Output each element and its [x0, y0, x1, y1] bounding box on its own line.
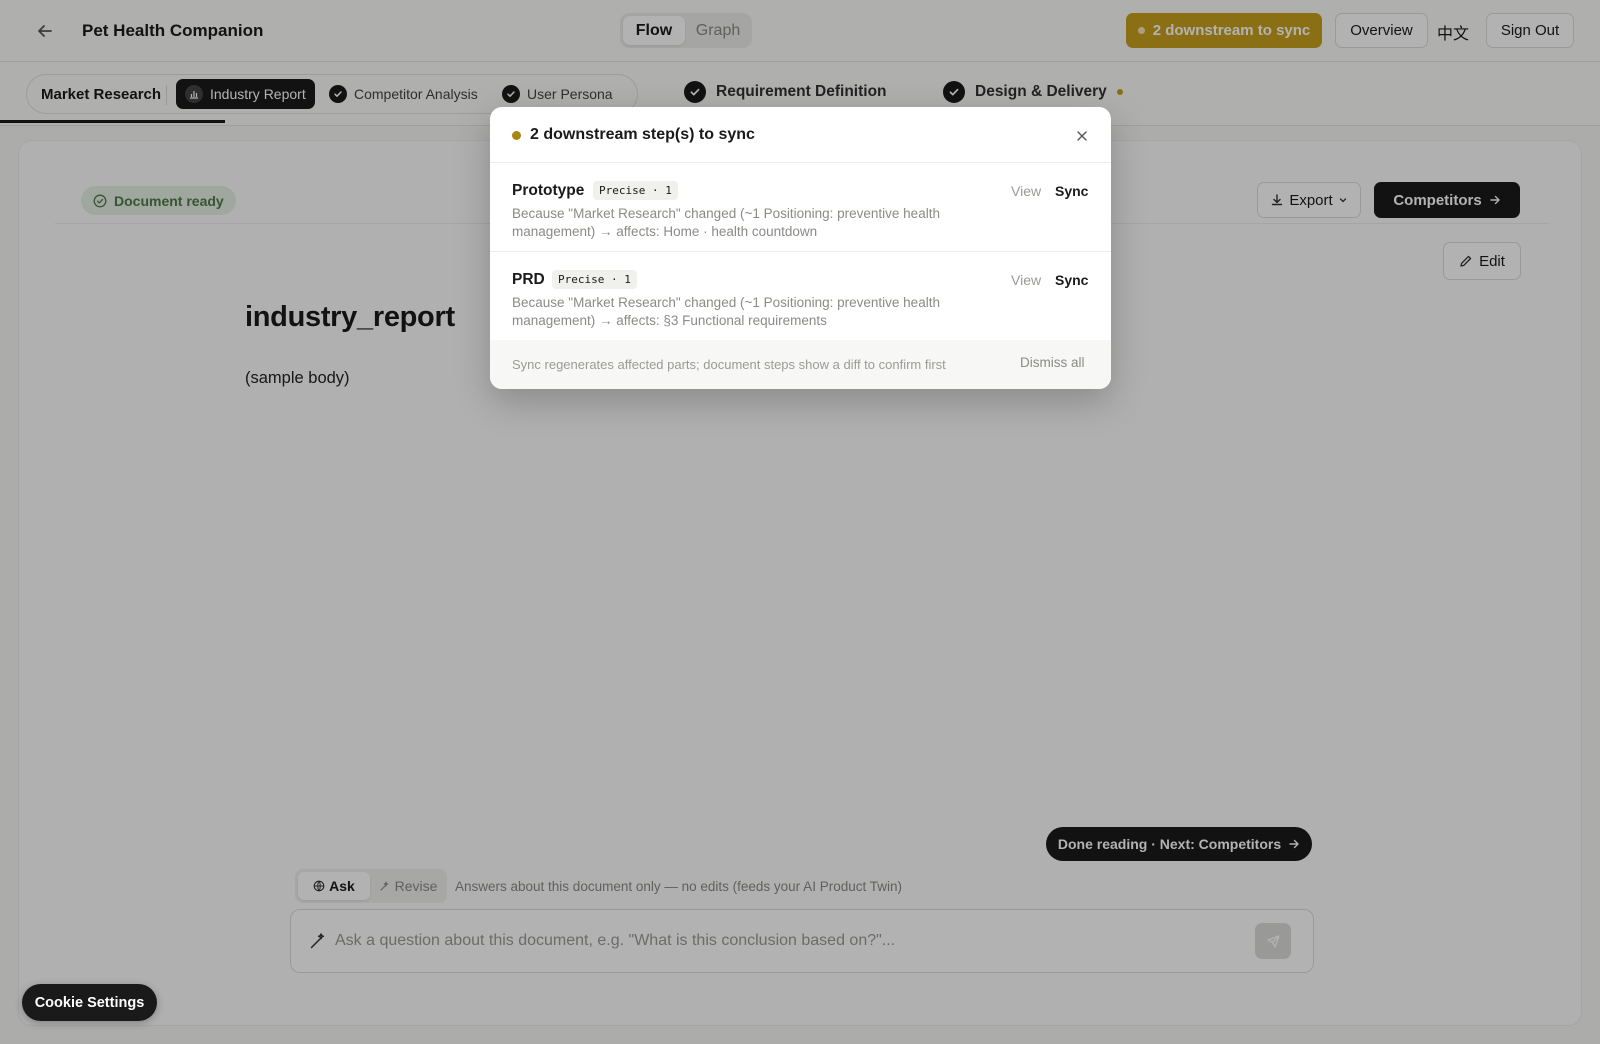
modal-footer: Sync regenerates affected parts; documen…: [490, 340, 1111, 389]
status-dot-icon: [512, 130, 521, 140]
close-button[interactable]: [1073, 127, 1091, 145]
cookie-settings-button[interactable]: Cookie Settings: [22, 984, 157, 1021]
sync-button[interactable]: Sync: [1055, 183, 1088, 199]
dismiss-all-button[interactable]: Dismiss all: [1020, 355, 1085, 370]
sync-item-description: Because "Market Research" changed (~1 Po…: [512, 295, 940, 328]
precision-tag: Precise · 1: [552, 270, 637, 289]
modal-header: 2 downstream step(s) to sync: [490, 107, 1111, 163]
footer-hint: Sync regenerates affected parts; documen…: [512, 357, 946, 372]
sync-item-name: PRD: [512, 271, 545, 288]
sync-item-prd: PRD Precise · 1 Because "Market Research…: [490, 252, 1111, 341]
sync-item-name: Prototype: [512, 182, 585, 199]
modal-title-label: 2 downstream step(s) to sync: [530, 126, 755, 143]
close-icon: [1077, 131, 1087, 141]
sync-item-description: Because "Market Research" changed (~1 Po…: [512, 206, 940, 239]
sync-modal: 2 downstream step(s) to sync Prototype P…: [490, 107, 1111, 389]
sync-item-prototype: Prototype Precise · 1 Because "Market Re…: [490, 163, 1111, 252]
view-button[interactable]: View: [1011, 183, 1041, 199]
precision-tag: Precise · 1: [593, 181, 678, 200]
sync-button[interactable]: Sync: [1055, 272, 1088, 288]
view-button[interactable]: View: [1011, 272, 1041, 288]
app-root: Pet Health Companion Flow Graph 2 downst…: [0, 0, 1600, 1044]
modal-title: 2 downstream step(s) to sync: [512, 126, 755, 144]
